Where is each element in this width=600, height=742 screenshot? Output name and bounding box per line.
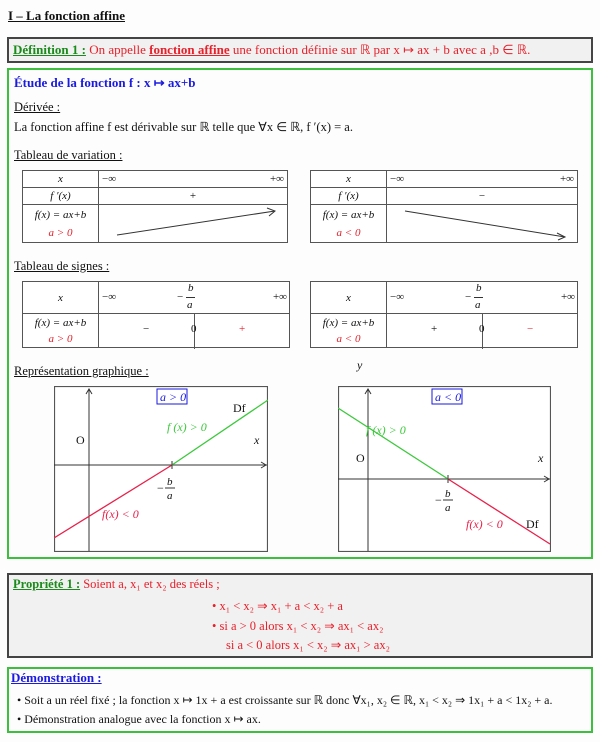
study-heading: Étude de la fonction f : x ↦ ax+b <box>14 75 196 90</box>
plus-infinity: +∞ <box>272 291 287 303</box>
sign-table-negative-a: x −∞ − b a +∞ f(x) = ax+b a < 0 + 0 − <box>310 281 578 349</box>
property-item-2: • si a > 0 alors x₁ < x₂ ⇒ ax₁ < ax₂ <box>212 619 384 633</box>
condition-label: a > 0 <box>48 332 73 345</box>
derivative-sign: − <box>386 187 578 205</box>
curve-name: Df <box>526 517 539 531</box>
graph-frame <box>338 386 551 552</box>
negative-label: f(x) < 0 <box>466 517 503 531</box>
signs-label: Tableau de signes : <box>14 259 110 273</box>
root-denominator: a <box>167 490 173 502</box>
graph-label: Représentation graphique : <box>14 364 149 378</box>
function-row-label: f(x) = ax+b <box>34 316 87 329</box>
property-header: Propriété 1 : Soient a, x₁ et x₂ des rée… <box>13 577 220 592</box>
property-item-3: si a < 0 alors x₁ < x₂ ⇒ ax₁ > ax₂ <box>226 638 390 652</box>
function-row-label: f(x) = ax+b <box>322 208 375 221</box>
function-row-label: f(x) = ax+b <box>322 316 375 329</box>
x-label: x <box>22 170 99 188</box>
section-title: I – La fonction affine <box>8 8 125 23</box>
x-axis-label: x <box>253 433 260 447</box>
plus-infinity: +∞ <box>560 291 575 303</box>
plus-infinity: +∞ <box>269 173 284 185</box>
root-minus: − <box>465 291 472 303</box>
function-row-label: f(x) = ax+b <box>34 208 87 221</box>
root-denominator: a <box>187 299 193 311</box>
condition-label: a < 0 <box>435 390 461 404</box>
derivative-sign: + <box>98 187 288 205</box>
property-item-1: • x₁ < x₂ ⇒ x₁ + a < x₂ + a <box>212 599 343 613</box>
decreasing-arrow <box>404 210 567 241</box>
derivative-row-label: f ′(x) <box>22 187 99 205</box>
origin-label: O <box>76 433 85 447</box>
root-numerator: b <box>167 476 173 488</box>
demonstration-label: Démonstration : <box>11 670 102 685</box>
demonstration-item-2: • Démonstration analogue avec la fonctio… <box>17 712 261 726</box>
fraction-bar <box>186 297 195 298</box>
increasing-arrow <box>116 207 276 236</box>
x-label: x <box>22 281 99 314</box>
property-label: Propriété 1 : <box>13 577 81 591</box>
root-minus: − <box>435 493 442 507</box>
sign-table-positive-a: x −∞ − b a +∞ f(x) = ax+b a > 0 − 0 + <box>22 281 290 349</box>
minus-infinity: −∞ <box>390 173 405 185</box>
y-axis-label: y <box>357 358 363 372</box>
x-label: x <box>310 170 387 188</box>
right-sign: − <box>527 323 534 335</box>
definition-text-before: On appelle <box>85 42 150 57</box>
positive-label: f (x) > 0 <box>366 423 406 437</box>
positive-label: f (x) > 0 <box>167 420 207 434</box>
definition-text-after: une fonction définie sur ℝ par x ↦ ax + … <box>229 42 531 57</box>
right-sign: + <box>239 323 246 335</box>
derivative-label: Dérivée : <box>14 100 61 114</box>
condition-label: a > 0 <box>160 390 186 404</box>
demonstration-item-1: • Soit a un réel fixé ; la fonction x ↦ … <box>17 693 553 707</box>
left-sign: + <box>431 323 438 335</box>
graph-negative-a: a < 0 O x Df f (x) > 0 f(x) < 0 − b a <box>338 386 551 552</box>
definition-label: Définition 1 : <box>13 42 86 57</box>
variation-label: Tableau de variation : <box>14 148 123 162</box>
property-intro: Soient a, x₁ et x₂ des réels ; <box>80 577 220 591</box>
derivative-text: La fonction affine f est dérivable sur ℝ… <box>14 120 353 134</box>
root-numerator: b <box>476 282 482 294</box>
root-minus: − <box>157 481 164 495</box>
derivative-row-label: f ′(x) <box>310 187 387 205</box>
zero-value: 0 <box>191 323 197 335</box>
zero-value: 0 <box>479 323 485 335</box>
negative-label: f(x) < 0 <box>102 507 139 521</box>
plus-infinity: +∞ <box>559 173 574 185</box>
condition-label: a > 0 <box>48 226 73 239</box>
condition-label: a < 0 <box>336 332 361 345</box>
root-minus: − <box>177 291 184 303</box>
root-numerator: b <box>188 282 194 294</box>
root-numerator: b <box>445 488 451 500</box>
minus-infinity: −∞ <box>102 291 117 303</box>
fraction-bar <box>474 297 483 298</box>
definition-term: fonction affine <box>149 42 230 57</box>
root-denominator: a <box>475 299 481 311</box>
minus-infinity: −∞ <box>390 291 405 303</box>
definition-box: Définition 1 : On appelle fonction affin… <box>7 37 593 63</box>
variation-table-decreasing: x −∞ +∞ f ′(x) − f(x) = ax+b a < 0 <box>310 170 578 243</box>
condition-label: a < 0 <box>336 226 361 239</box>
root-denominator: a <box>445 502 451 514</box>
minus-infinity: −∞ <box>102 173 117 185</box>
x-axis-label: x <box>537 451 544 465</box>
graph-positive-a: a > 0 O x Df f (x) > 0 f(x) < 0 − b a <box>54 386 268 552</box>
left-sign: − <box>143 323 150 335</box>
curve-name: Df <box>233 401 246 415</box>
origin-label: O <box>356 451 365 465</box>
x-label: x <box>310 281 387 314</box>
variation-table-increasing: x −∞ +∞ f ′(x) + f(x) = ax+b a > 0 <box>22 170 288 243</box>
